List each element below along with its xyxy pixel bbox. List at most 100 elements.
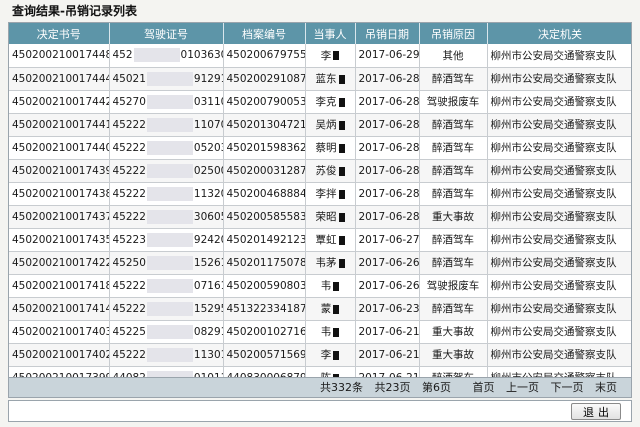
redaction-block <box>338 166 345 176</box>
party-name: 李 <box>320 349 332 361</box>
prev-page-link[interactable]: 上一页 <box>506 381 539 394</box>
cell-license-no: 452 0103630 <box>109 44 224 68</box>
table-row[interactable]: 45020021001743545223 9242010450201492123 覃… <box>9 228 631 252</box>
cell-reason: 重大事故 <box>419 343 488 367</box>
license-suffix: 3060514 <box>193 210 222 223</box>
cell-party: 覃虹 <box>305 228 356 252</box>
cell-file-no: 450200102716 <box>223 320 306 344</box>
redaction-block <box>338 189 345 199</box>
license-suffix: 15261X <box>193 256 222 269</box>
cell-authority: 柳州市公安局交通警察支队 <box>487 343 631 367</box>
first-page-link[interactable]: 首页 <box>473 381 495 394</box>
total-pages: 共23页 <box>374 381 411 394</box>
cell-decision-no: 450200210017441 <box>9 113 110 137</box>
col-header-license-no[interactable]: 驾驶证号 <box>109 23 224 44</box>
cell-file-no: 451322334187 <box>223 297 306 321</box>
next-page-link[interactable]: 下一页 <box>551 381 584 394</box>
total-records: 共332条 <box>320 381 363 394</box>
cell-party: 蔡明 <box>305 136 356 160</box>
table-row[interactable]: 45020021001744145222 1107010450201304721 吴… <box>9 113 631 137</box>
cell-authority: 柳州市公安局交通警察支队 <box>487 44 631 68</box>
cell-license-no: 45222 3060514 <box>109 205 224 229</box>
cell-party: 李 <box>305 343 356 367</box>
cell-party: 李拌 <box>305 182 356 206</box>
col-header-party[interactable]: 当事人 <box>305 23 356 44</box>
table-row[interactable]: 45020021001744445021 91291310450200291087… <box>9 67 631 91</box>
license-prefix: 45270 <box>112 95 146 108</box>
table-row[interactable]: 45020021001741445222 152950451322334187 蒙 2… <box>9 297 631 321</box>
redaction-block <box>333 327 340 337</box>
cell-license-no: 45222 071614 <box>109 274 224 298</box>
cell-file-no: 450201304721 <box>223 113 306 137</box>
col-header-file-no[interactable]: 档案编号 <box>223 23 306 44</box>
license-prefix: 45222 <box>112 141 146 154</box>
cell-reason: 其他 <box>419 44 488 68</box>
license-prefix: 45021 <box>112 72 146 85</box>
table-row[interactable]: 45020021001740345225 082910450200102716 韦 2… <box>9 320 631 344</box>
last-page-link[interactable]: 末页 <box>595 381 617 394</box>
table-row[interactable]: 450200210017399440820101112440830006879陈… <box>9 366 631 377</box>
table-row[interactable]: 45020021001743945222 0250016450200031287 苏… <box>9 159 631 183</box>
exit-button[interactable]: 退出 <box>571 403 621 420</box>
cell-authority: 柳州市公安局交通警察支队 <box>487 274 631 298</box>
table-row[interactable]: 45020021001743845222 1132057450200468884 李… <box>9 182 631 206</box>
cell-party: 韦 <box>305 274 356 298</box>
party-name: 荣昭 <box>315 211 337 223</box>
redaction-mask <box>146 94 193 109</box>
cell-file-no: 450201492123 <box>223 228 306 252</box>
license-suffix: 082910 <box>193 325 222 338</box>
redaction-block <box>338 143 345 153</box>
cell-date: 2017-06-28 <box>355 159 420 183</box>
license-suffix: 0103630 <box>180 49 223 62</box>
license-suffix: 03110770 <box>193 95 222 108</box>
revocation-table-container[interactable]: 决定书号 驾驶证号 档案编号 当事人 吊销日期 吊销原因 决定机关 450200… <box>8 22 632 378</box>
col-header-reason[interactable]: 吊销原因 <box>419 23 488 44</box>
license-prefix: 45250 <box>112 256 146 269</box>
cell-party: 蒙 <box>305 297 356 321</box>
redaction-mask <box>146 370 193 377</box>
cell-reason: 醉酒驾车 <box>419 159 488 183</box>
redaction-block <box>338 120 345 130</box>
cell-authority: 柳州市公安局交通警察支队 <box>487 320 631 344</box>
cell-decision-no: 450200210017439 <box>9 159 110 183</box>
cell-reason: 醉酒驾车 <box>419 113 488 137</box>
cell-date: 2017-06-26 <box>355 251 420 275</box>
cell-reason: 驾驶报废车 <box>419 274 488 298</box>
cell-license-no: 45222 113019 <box>109 343 224 367</box>
col-header-authority[interactable]: 决定机关 <box>487 23 631 44</box>
license-suffix: 1107010 <box>193 118 222 131</box>
col-header-date[interactable]: 吊销日期 <box>355 23 420 44</box>
table-row[interactable]: 45020021001741845222 071614450200590803 韦 2… <box>9 274 631 298</box>
table-row[interactable]: 45020021001742245250 15261X450201175078 韦茅… <box>9 251 631 275</box>
cell-reason: 醉酒驾车 <box>419 67 488 91</box>
license-prefix: 45222 <box>112 279 146 292</box>
party-name: 覃虹 <box>315 234 337 246</box>
license-suffix: 113019 <box>193 348 222 361</box>
cell-decision-no: 450200210017435 <box>9 228 110 252</box>
cell-file-no: 450200679755 <box>223 44 306 68</box>
party-name: 苏俊 <box>315 165 337 177</box>
redaction-mask <box>146 278 193 293</box>
cell-party: 蓝东 <box>305 67 356 91</box>
table-row[interactable]: 45020021001744045222 05203013450201598362… <box>9 136 631 160</box>
cell-date: 2017-06-23 <box>355 297 420 321</box>
cell-reason: 醉酒驾车 <box>419 297 488 321</box>
query-result-window: 查询结果-吊销记录列表 决定书号 驾驶证号 档案编号 当事人 吊销日期 吊销原因… <box>0 0 640 427</box>
col-header-decision-no[interactable]: 决定书号 <box>9 23 110 44</box>
table-row[interactable]: 45020021001743745222 3060514450200585583 荣… <box>9 205 631 229</box>
license-suffix: 91291310 <box>193 72 222 85</box>
cell-date: 2017-06-28 <box>355 205 420 229</box>
redaction-block <box>333 350 340 360</box>
license-suffix: 1132057 <box>193 187 222 200</box>
table-row[interactable]: 450200210017448 452 0103630 450200679755 李 20… <box>9 44 631 68</box>
license-suffix: 9242010 <box>193 233 222 246</box>
party-name: 吴炳 <box>315 119 337 131</box>
table-row[interactable]: 45020021001740245222 113019450200571569 李 2… <box>9 343 631 367</box>
cell-date: 2017-06-28 <box>355 136 420 160</box>
cell-date: 2017-06-28 <box>355 182 420 206</box>
party-name: 李克 <box>315 96 337 108</box>
cell-party: 吴炳 <box>305 113 356 137</box>
pagination-bar: 共332条 共23页 第6页 首页 上一页 下一页 末页 <box>8 378 632 398</box>
table-row[interactable]: 45020021001744245270 03110770450200790053… <box>9 90 631 114</box>
cell-decision-no: 450200210017414 <box>9 297 110 321</box>
